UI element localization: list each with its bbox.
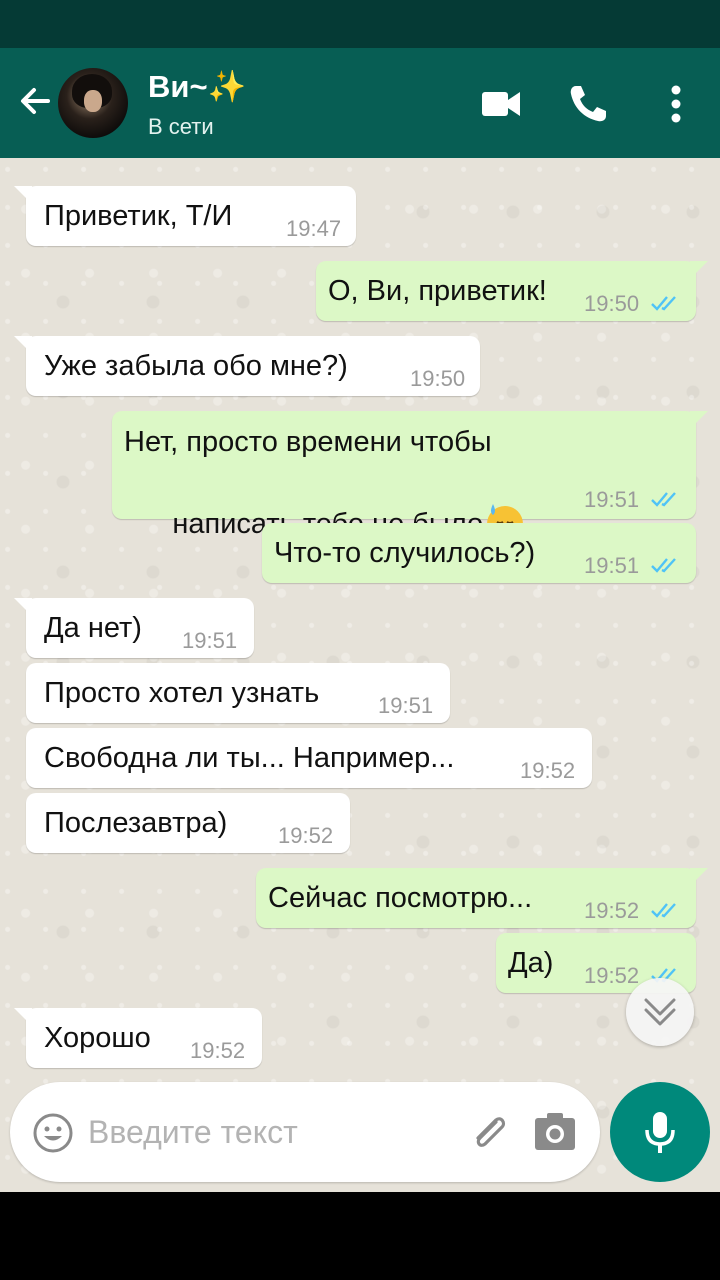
message-text: Да) <box>508 947 554 979</box>
contact-name[interactable]: Ви~✨ <box>148 68 246 105</box>
mic-icon <box>645 1112 675 1153</box>
incoming-message[interactable]: Просто хотел узнать 19:51 <box>26 663 450 723</box>
incoming-message[interactable]: Приветик, Т/И 19:47 <box>14 186 356 246</box>
message-time: 19:51 <box>584 487 640 512</box>
message-text: Хорошо <box>44 1022 151 1054</box>
message-time: 19:51 <box>378 693 434 718</box>
attach-icon[interactable] <box>466 1110 512 1156</box>
contact-status: В сети <box>148 114 214 139</box>
system-status-bar <box>0 0 720 48</box>
message-time: 19:51 <box>182 628 238 653</box>
scroll-to-bottom-button[interactable] <box>626 978 694 1046</box>
message-text: Сейчас посмотрю... <box>268 882 533 914</box>
contact-avatar[interactable] <box>58 68 128 138</box>
read-receipt-icon <box>651 492 676 507</box>
incoming-message[interactable]: Уже забыла обо мне?) 19:50 <box>14 336 480 396</box>
read-receipt-icon <box>651 558 676 573</box>
outgoing-message[interactable]: Что-то случилось?) 19:51 <box>262 523 696 583</box>
navigation-bar-area <box>0 1192 720 1280</box>
chat-header: Ви~✨ В сети <box>0 48 720 158</box>
message-time: 19:52 <box>278 823 334 848</box>
camera-icon[interactable] <box>532 1110 578 1154</box>
message-time: 19:52 <box>584 898 640 923</box>
message-text: Приветик, Т/И <box>44 200 233 232</box>
read-receipt-icon <box>651 903 676 918</box>
outgoing-message[interactable]: Сейчас посмотрю... 19:52 <box>256 868 708 928</box>
message-text: Просто хотел узнать <box>44 677 320 709</box>
back-arrow-icon[interactable] <box>14 80 56 122</box>
voice-record-button[interactable] <box>610 1082 710 1182</box>
message-time: 19:50 <box>410 366 466 391</box>
outgoing-message[interactable]: О, Ви, приветик! 19:50 <box>316 261 708 321</box>
message-text: Послезавтра) <box>44 807 228 839</box>
message-text: Уже забыла обо мне?) <box>44 350 348 382</box>
double-chevron-down-icon <box>644 998 676 1026</box>
read-receipt-icon <box>651 296 676 311</box>
emoji-icon[interactable] <box>32 1112 74 1154</box>
more-options-icon[interactable] <box>654 82 698 126</box>
message-text: Свободна ли ты... Например... <box>44 742 455 774</box>
phone-call-icon[interactable] <box>566 82 610 126</box>
message-text: Да нет) <box>44 612 142 644</box>
message-text: О, Ви, приветик! <box>328 275 547 307</box>
message-time: 19:52 <box>520 758 576 783</box>
outgoing-message[interactable]: Нет, просто времени чтобы написать тебе … <box>112 411 708 543</box>
sparkles-emoji: ✨ <box>207 69 247 104</box>
video-call-icon[interactable] <box>480 82 524 126</box>
message-text-line: Нет, просто времени чтобы <box>124 426 492 458</box>
message-time: 19:52 <box>190 1038 246 1063</box>
incoming-message[interactable]: Свободна ли ты... Например... 19:52 <box>26 728 592 788</box>
message-text: Что-то случилось?) <box>274 537 536 569</box>
message-time: 19:51 <box>584 553 640 578</box>
incoming-message[interactable]: Послезавтра) 19:52 <box>26 793 350 853</box>
message-time: 19:50 <box>584 291 640 316</box>
chat-area[interactable]: Приветик, Т/И 19:47 О, Ви, приветик! 19:… <box>0 158 720 1192</box>
message-composer: Введите текст <box>10 1082 600 1182</box>
incoming-message[interactable]: Да нет) 19:51 <box>14 598 254 658</box>
message-input[interactable]: Введите текст <box>88 1114 298 1151</box>
incoming-message[interactable]: Хорошо 19:52 <box>14 1008 262 1068</box>
message-time: 19:47 <box>286 216 342 241</box>
